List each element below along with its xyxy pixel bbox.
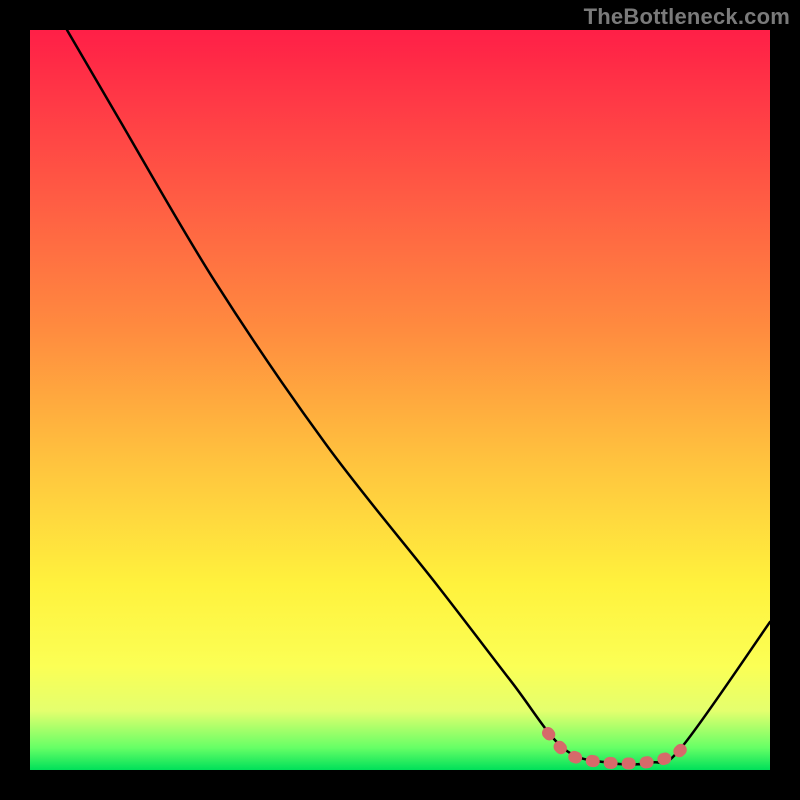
optimal-zone-marker [548, 733, 689, 764]
watermark-text: TheBottleneck.com [584, 4, 790, 30]
chart-frame: TheBottleneck.com [0, 0, 800, 800]
curve-layer [30, 30, 770, 770]
gradient-plot-area [30, 30, 770, 770]
bottleneck-curve [67, 30, 770, 764]
